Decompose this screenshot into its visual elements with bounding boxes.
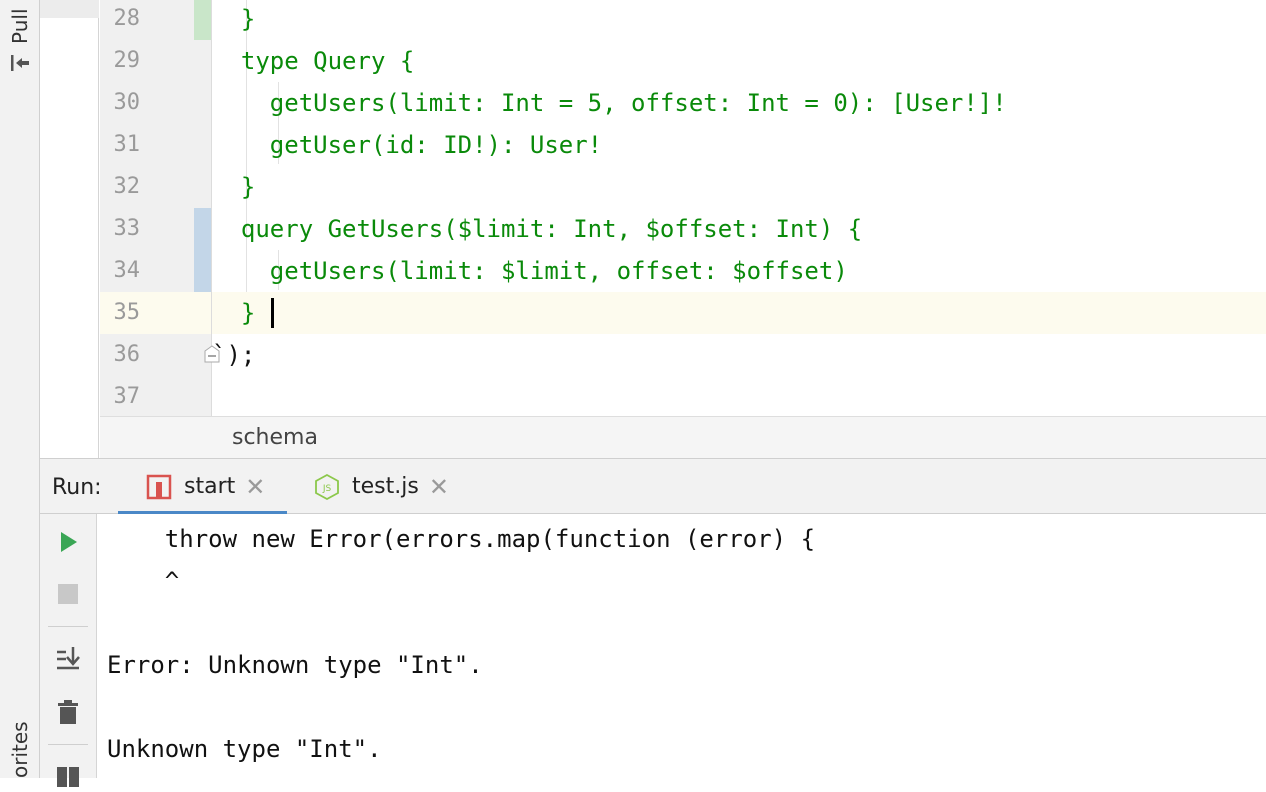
favorites-tab[interactable]: orites: [8, 721, 32, 778]
vcs-added-marker[interactable]: [194, 0, 211, 40]
code-line: getUsers(limit: $limit, offset: $offset): [212, 257, 848, 285]
tab-label: start: [184, 474, 236, 499]
close-icon[interactable]: ✕: [245, 473, 265, 501]
code-line: query GetUsers($limit: Int, $offset: Int…: [212, 215, 863, 243]
code-line-current: }: [212, 292, 1266, 334]
nodejs-icon: JS: [315, 473, 339, 500]
trash-icon[interactable]: [54, 698, 82, 726]
run-label: Run:: [52, 475, 102, 500]
line-number: 33: [113, 216, 141, 241]
close-icon[interactable]: ✕: [429, 473, 449, 501]
line-number: 34: [113, 258, 141, 283]
code-line: getUser(id: ID!): User!: [212, 131, 603, 159]
console-output[interactable]: throw new Error(errors.map(function (err…: [97, 514, 1266, 778]
code-editor[interactable]: 28 29 30 31 32 33 34 35 36 37 } type Que…: [100, 0, 1266, 416]
run-icon[interactable]: [54, 528, 82, 556]
scroll-to-end-icon[interactable]: [54, 644, 82, 672]
line-number: 30: [113, 90, 141, 115]
line-number: 32: [113, 174, 141, 199]
console-line: Unknown type "Int".: [107, 735, 382, 763]
stop-icon[interactable]: [54, 580, 82, 608]
console-line: ^: [107, 567, 180, 595]
npm-icon: [146, 474, 172, 499]
project-pane: [40, 0, 99, 458]
svg-text:JS: JS: [322, 484, 332, 494]
breadcrumb-item[interactable]: schema: [232, 425, 318, 450]
left-tool-strip: Pull orites: [0, 0, 40, 778]
text-caret: [271, 298, 274, 328]
tab-label: test.js: [352, 474, 419, 499]
code-line: `);: [212, 341, 256, 369]
code-line: }: [212, 5, 256, 33]
line-number: 36: [113, 342, 141, 367]
line-number: 29: [113, 48, 141, 73]
tab-start[interactable]: start ✕: [118, 459, 288, 515]
line-number-current: 35: [100, 292, 211, 334]
vcs-modified-marker[interactable]: [194, 208, 211, 292]
pull-requests-tab[interactable]: Pull: [8, 9, 32, 45]
breadcrumb: schema: [100, 416, 1266, 458]
line-number: 28: [113, 6, 141, 31]
code-line: getUsers(limit: Int = 5, offset: Int = 0…: [212, 89, 1007, 117]
line-number-gutter[interactable]: 28 29 30 31 32 33 34 35 36 37: [100, 0, 212, 416]
console-line: Error: Unknown type "Int".: [107, 651, 483, 679]
line-number: 37: [113, 384, 141, 409]
line-number: 31: [113, 132, 141, 157]
project-pane-header: [40, 0, 99, 18]
code-line: }: [212, 173, 256, 201]
run-tool-window-header: Run: start ✕ JS test.js ✕: [40, 458, 1266, 515]
pull-request-icon[interactable]: [9, 52, 31, 74]
layout-icon[interactable]: [54, 764, 82, 792]
toolbar-separator: [48, 626, 88, 627]
console-line: throw new Error(errors.map(function (err…: [107, 525, 816, 553]
toolbar-separator: [48, 744, 88, 745]
tab-test-js[interactable]: JS test.js ✕: [314, 459, 449, 514]
code-line: type Query {: [212, 47, 415, 75]
run-toolbar: [40, 514, 97, 787]
